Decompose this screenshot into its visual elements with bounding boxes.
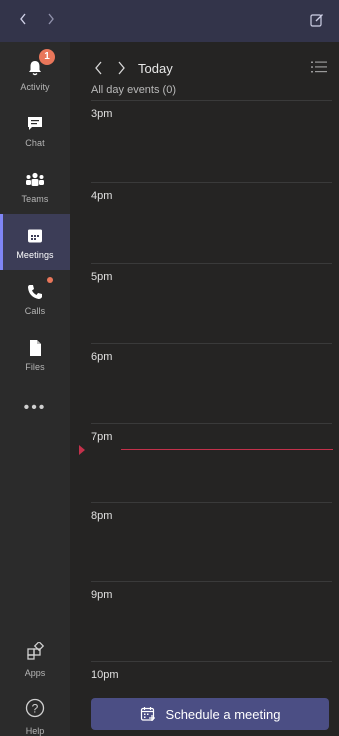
hour-divider <box>91 263 332 264</box>
app-rail: 1 Activity Chat Teams Meetings Calls Fil… <box>0 42 70 736</box>
rail-item-teams[interactable]: Teams <box>0 158 70 214</box>
rail-item-meetings[interactable]: Meetings <box>0 214 70 270</box>
hour-divider <box>91 581 332 582</box>
teams-app: 1 Activity Chat Teams Meetings Calls Fil… <box>0 0 339 736</box>
view-options-button[interactable] <box>309 58 329 76</box>
next-day-button[interactable] <box>114 58 130 78</box>
title-bar <box>0 0 339 42</box>
rail-item-calls[interactable]: Calls <box>0 270 70 326</box>
list-icon <box>311 61 327 73</box>
rail-item-label: Files <box>25 361 45 372</box>
hour-divider <box>91 423 332 424</box>
back-button[interactable] <box>12 8 34 30</box>
hour-label: 4pm <box>91 190 113 202</box>
hour-label: 3pm <box>91 108 113 120</box>
forward-button[interactable] <box>40 8 62 30</box>
more-apps-button[interactable]: ••• <box>0 398 70 418</box>
hour-divider <box>91 502 332 503</box>
day-timeline[interactable]: 3pm 4pm 5pm 6pm 7pm 8pm 9pm 10pm <box>70 100 339 690</box>
bell-icon: 1 <box>23 48 55 79</box>
rail-item-label: Activity <box>20 81 50 92</box>
chevron-left-icon <box>20 13 26 25</box>
rail-item-label: Chat <box>25 137 45 148</box>
phone-icon <box>23 276 53 303</box>
current-time-marker <box>79 445 85 455</box>
rail-item-label: Apps <box>24 668 46 678</box>
schedule-meeting-label: Schedule a meeting <box>165 706 281 722</box>
hour-divider <box>91 182 332 183</box>
hour-divider <box>91 661 332 662</box>
rail-item-label: Calls <box>24 305 46 316</box>
hour-label: 6pm <box>91 351 113 363</box>
rail-item-label: Meetings <box>16 249 54 260</box>
rail-item-activity[interactable]: 1 Activity <box>0 46 70 102</box>
hour-label: 9pm <box>91 589 113 601</box>
chevron-left-icon <box>95 61 102 75</box>
calendar-toolbar: Today All day events (0) <box>70 42 339 100</box>
compose-icon <box>310 14 323 27</box>
calendar-add-icon <box>140 706 156 722</box>
file-icon <box>23 337 47 359</box>
apps-icon <box>26 640 45 665</box>
status-dot <box>47 276 53 283</box>
teams-icon <box>23 169 47 191</box>
current-time-line <box>121 449 333 450</box>
calendar-pane: Today All day events (0) 3pm 4pm 5pm 6pm… <box>70 42 339 736</box>
compose-button[interactable] <box>305 8 329 32</box>
hour-label: 8pm <box>91 510 113 522</box>
svg-text:?: ? <box>32 702 39 716</box>
hour-label: 5pm <box>91 271 113 283</box>
rail-item-label: Teams <box>21 193 49 204</box>
calendar-icon <box>23 225 47 247</box>
chat-icon <box>23 113 47 135</box>
notification-badge: 1 <box>39 48 55 65</box>
previous-day-button[interactable] <box>90 58 106 78</box>
all-day-events: All day events (0) <box>91 84 176 96</box>
rail-item-help[interactable]: ? Help <box>0 698 70 736</box>
hour-label: 7pm <box>91 431 113 443</box>
help-icon: ? <box>25 698 45 723</box>
hour-label: 10pm <box>91 669 119 681</box>
rail-item-files[interactable]: Files <box>0 326 70 382</box>
rail-item-apps[interactable]: Apps <box>0 640 70 678</box>
hour-divider <box>91 343 332 344</box>
chevron-right-icon <box>48 13 54 25</box>
hour-divider <box>91 100 332 101</box>
today-button[interactable]: Today <box>138 61 173 76</box>
rail-item-label: Help <box>25 726 45 736</box>
schedule-meeting-button[interactable]: Schedule a meeting <box>91 698 329 730</box>
rail-item-chat[interactable]: Chat <box>0 102 70 158</box>
chevron-right-icon <box>118 61 125 75</box>
